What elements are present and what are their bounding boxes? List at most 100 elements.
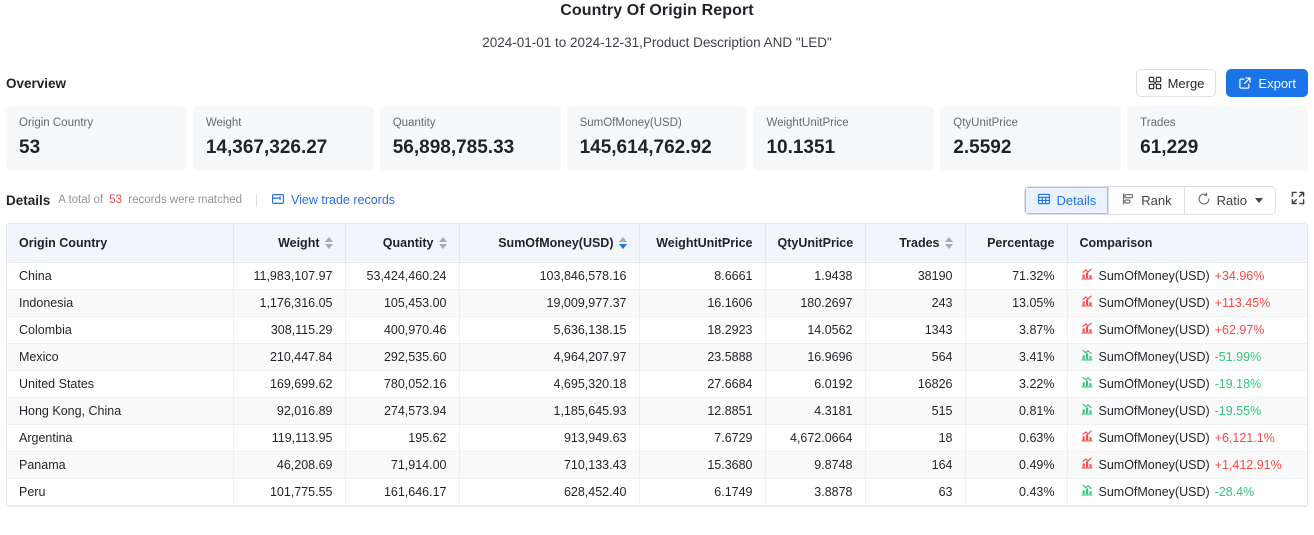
table-row[interactable]: Hong Kong, China 92,016.89 274,573.94 1,185… bbox=[7, 397, 1307, 425]
cell-comparison: SumOfMoney(USD) +34.96% bbox=[1067, 262, 1307, 290]
cell-comparison: SumOfMoney(USD) +62.97% bbox=[1067, 316, 1307, 344]
comparison-delta: +62.97% bbox=[1214, 322, 1265, 337]
details-meta-suffix: records were matched bbox=[128, 194, 243, 206]
tab-rank[interactable]: Rank bbox=[1109, 186, 1185, 214]
col-sumofmoney[interactable]: SumOfMoney(USD) bbox=[459, 224, 640, 263]
cell-weightunitprice: 16.1606 bbox=[639, 289, 766, 317]
export-icon bbox=[1238, 76, 1252, 90]
cell-weight: 101,775.55 bbox=[233, 478, 346, 506]
kpi-card-list: Origin Country 53 Weight 14,367,326.27 Q… bbox=[0, 106, 1314, 171]
export-button[interactable]: Export bbox=[1226, 69, 1308, 97]
col-weight[interactable]: Weight bbox=[233, 224, 346, 263]
col-label: QtyUnitPrice bbox=[777, 235, 854, 250]
kpi-value: 14,367,326.27 bbox=[205, 137, 328, 158]
table-row[interactable]: United States 169,699.62 780,052.16 4,695,3… bbox=[7, 370, 1307, 398]
ratio-icon bbox=[1197, 192, 1211, 209]
cell-weightunitprice: 12.8851 bbox=[639, 397, 766, 425]
cell-weight: 169,699.62 bbox=[233, 370, 346, 398]
col-qtyunitprice[interactable]: QtyUnitPrice bbox=[765, 224, 866, 263]
table-row[interactable]: Mexico 210,447.84 292,535.60 4,964,207.97 23… bbox=[7, 343, 1307, 371]
sort-icon[interactable] bbox=[324, 236, 333, 249]
cell-quantity: 161,646.17 bbox=[345, 478, 460, 506]
cell-origin-country: Hong Kong, China bbox=[7, 397, 234, 425]
kpi-value: 53 bbox=[19, 137, 41, 158]
merge-button[interactable]: Merge bbox=[1135, 69, 1217, 97]
table-row[interactable]: Indonesia 1,176,316.05 105,453.00 19,009,97… bbox=[7, 289, 1307, 317]
kpi-label: Weight bbox=[205, 117, 242, 129]
trade-records-icon bbox=[271, 192, 285, 209]
rank-icon bbox=[1121, 192, 1135, 209]
cell-weightunitprice: 8.6661 bbox=[639, 262, 766, 290]
cell-trades: 38190 bbox=[865, 262, 966, 290]
kpi-label: Trades bbox=[1140, 117, 1176, 129]
comparison-metric: SumOfMoney(USD) bbox=[1098, 376, 1210, 391]
cell-sumofmoney: 5,636,138.15 bbox=[459, 316, 640, 344]
sort-icon[interactable] bbox=[944, 236, 953, 249]
comparison-delta: +34.96% bbox=[1214, 268, 1265, 283]
page-title: Country Of Origin Report bbox=[560, 2, 754, 19]
comparison-metric: SumOfMoney(USD) bbox=[1098, 295, 1210, 310]
cell-percentage: 0.81% bbox=[965, 397, 1068, 425]
trend-down-icon bbox=[1080, 402, 1094, 419]
table-row[interactable]: Colombia 308,115.29 400,970.46 5,636,138.15… bbox=[7, 316, 1307, 344]
cell-percentage: 3.41% bbox=[965, 343, 1068, 371]
table-icon bbox=[1037, 192, 1051, 209]
cell-quantity: 105,453.00 bbox=[345, 289, 460, 317]
comparison-delta: +113.45% bbox=[1214, 295, 1271, 310]
cell-percentage: 0.43% bbox=[965, 478, 1068, 506]
cell-quantity: 71,914.00 bbox=[345, 451, 460, 479]
cell-weightunitprice: 23.5888 bbox=[639, 343, 766, 371]
view-trade-records-label: View trade records bbox=[291, 193, 396, 207]
kpi-value: 56,898,785.33 bbox=[392, 137, 515, 158]
tab-details-label: Details bbox=[1056, 192, 1097, 208]
col-weightunitprice[interactable]: WeightUnitPrice bbox=[639, 224, 766, 263]
tab-details[interactable]: Details bbox=[1024, 186, 1110, 214]
cell-sumofmoney: 103,846,578.16 bbox=[459, 262, 640, 290]
cell-trades: 1343 bbox=[865, 316, 966, 344]
cell-origin-country: United States bbox=[7, 370, 234, 398]
cell-origin-country: Panama bbox=[7, 451, 234, 479]
col-percentage[interactable]: Percentage bbox=[965, 224, 1068, 263]
view-trade-records-link[interactable]: View trade records bbox=[271, 192, 395, 209]
comparison-metric: SumOfMoney(USD) bbox=[1098, 349, 1210, 364]
kpi-value: 145,614,762.92 bbox=[579, 137, 712, 158]
cell-weight: 308,115.29 bbox=[233, 316, 346, 344]
col-comparison[interactable]: Comparison bbox=[1067, 224, 1307, 263]
cell-comparison: SumOfMoney(USD) -19.55% bbox=[1067, 397, 1307, 425]
page-subtitle: 2024-01-01 to 2024-12-31,Product Descrip… bbox=[482, 35, 832, 50]
cell-quantity: 195.62 bbox=[345, 424, 460, 452]
cell-qtyunitprice: 9.8748 bbox=[765, 451, 866, 479]
cell-percentage: 71.32% bbox=[965, 262, 1068, 290]
comparison-delta: -51.99% bbox=[1214, 349, 1262, 364]
cell-weightunitprice: 27.6684 bbox=[639, 370, 766, 398]
col-trades[interactable]: Trades bbox=[865, 224, 966, 263]
kpi-label: Quantity bbox=[392, 117, 436, 129]
trend-up-icon bbox=[1080, 294, 1094, 311]
table-row[interactable]: Peru 101,775.55 161,646.17 628,452.40 6.1749… bbox=[7, 478, 1307, 506]
table-row[interactable]: Argentina 119,113.95 195.62 913,949.63 7.672… bbox=[7, 424, 1307, 452]
sort-icon-active[interactable] bbox=[618, 236, 627, 249]
trend-down-icon bbox=[1080, 483, 1094, 500]
col-label: Percentage bbox=[987, 235, 1055, 250]
cell-trades: 18 bbox=[865, 424, 966, 452]
cell-comparison: SumOfMoney(USD) +113.45% bbox=[1067, 289, 1307, 317]
cell-weightunitprice: 6.1749 bbox=[639, 478, 766, 506]
cell-qtyunitprice: 4.3181 bbox=[765, 397, 866, 425]
kpi-value: 10.1351 bbox=[766, 137, 836, 158]
fullscreen-expand-button[interactable] bbox=[1288, 188, 1308, 213]
col-label: WeightUnitPrice bbox=[656, 235, 753, 250]
table-row[interactable]: Panama 46,208.69 71,914.00 710,133.43 15.368… bbox=[7, 451, 1307, 479]
cell-qtyunitprice: 16.9696 bbox=[765, 343, 866, 371]
cell-quantity: 53,424,460.24 bbox=[345, 262, 460, 290]
tab-ratio[interactable]: Ratio bbox=[1184, 186, 1275, 214]
cell-sumofmoney: 4,964,207.97 bbox=[459, 343, 640, 371]
table-row[interactable]: China 11,983,107.97 53,424,460.24 103,846,5… bbox=[7, 262, 1307, 290]
col-label: Weight bbox=[278, 235, 320, 250]
col-quantity[interactable]: Quantity bbox=[345, 224, 460, 263]
kpi-card-trades: Trades 61,229 bbox=[1127, 106, 1309, 171]
sort-icon[interactable] bbox=[438, 236, 447, 249]
comparison-delta: -19.18% bbox=[1214, 376, 1262, 391]
cell-origin-country: Indonesia bbox=[7, 289, 234, 317]
col-origin-country[interactable]: Origin Country bbox=[7, 224, 234, 263]
cell-trades: 564 bbox=[865, 343, 966, 371]
